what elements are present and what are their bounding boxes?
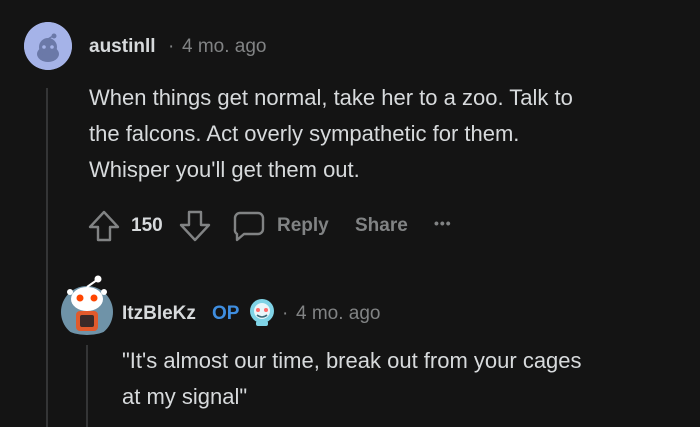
reply-button[interactable]: Reply — [277, 215, 329, 237]
comment-body-line: "It's almost our time, break out from yo… — [122, 348, 582, 373]
downvote-icon[interactable] — [178, 209, 212, 243]
thread-line-main[interactable] — [46, 88, 48, 427]
comment-body-line: When things get normal, take her to a zo… — [89, 85, 573, 110]
snoo-avatar-icon — [24, 22, 72, 70]
share-button[interactable]: Share — [355, 215, 408, 237]
comment-username[interactable]: austinll — [89, 36, 156, 58]
avatar[interactable] — [24, 22, 72, 70]
comment-body-line: Whisper you'll get them out. — [89, 157, 360, 182]
comment-timestamp[interactable]: 4 mo. ago — [296, 303, 381, 325]
comment-body-line: at my signal" — [122, 384, 248, 409]
separator-dot: · — [282, 303, 289, 324]
more-options-button[interactable]: ••• — [434, 215, 452, 231]
separator-dot: · — [168, 36, 175, 57]
vote-count: 150 — [131, 215, 163, 236]
comment-body-line: the falcons. Act overly sympathetic for … — [89, 121, 520, 146]
avatar[interactable] — [58, 272, 116, 340]
comment-timestamp[interactable]: 4 mo. ago — [182, 36, 267, 58]
snoo-avatar-icon — [61, 275, 113, 340]
op-badge: OP — [212, 303, 240, 324]
upvote-icon[interactable] — [87, 209, 121, 243]
thread-line-reply[interactable] — [86, 345, 88, 427]
comment-bubble-icon[interactable] — [232, 210, 266, 242]
achievement-icon[interactable] — [248, 297, 276, 327]
comment-username[interactable]: ItzBleKz — [122, 303, 196, 325]
